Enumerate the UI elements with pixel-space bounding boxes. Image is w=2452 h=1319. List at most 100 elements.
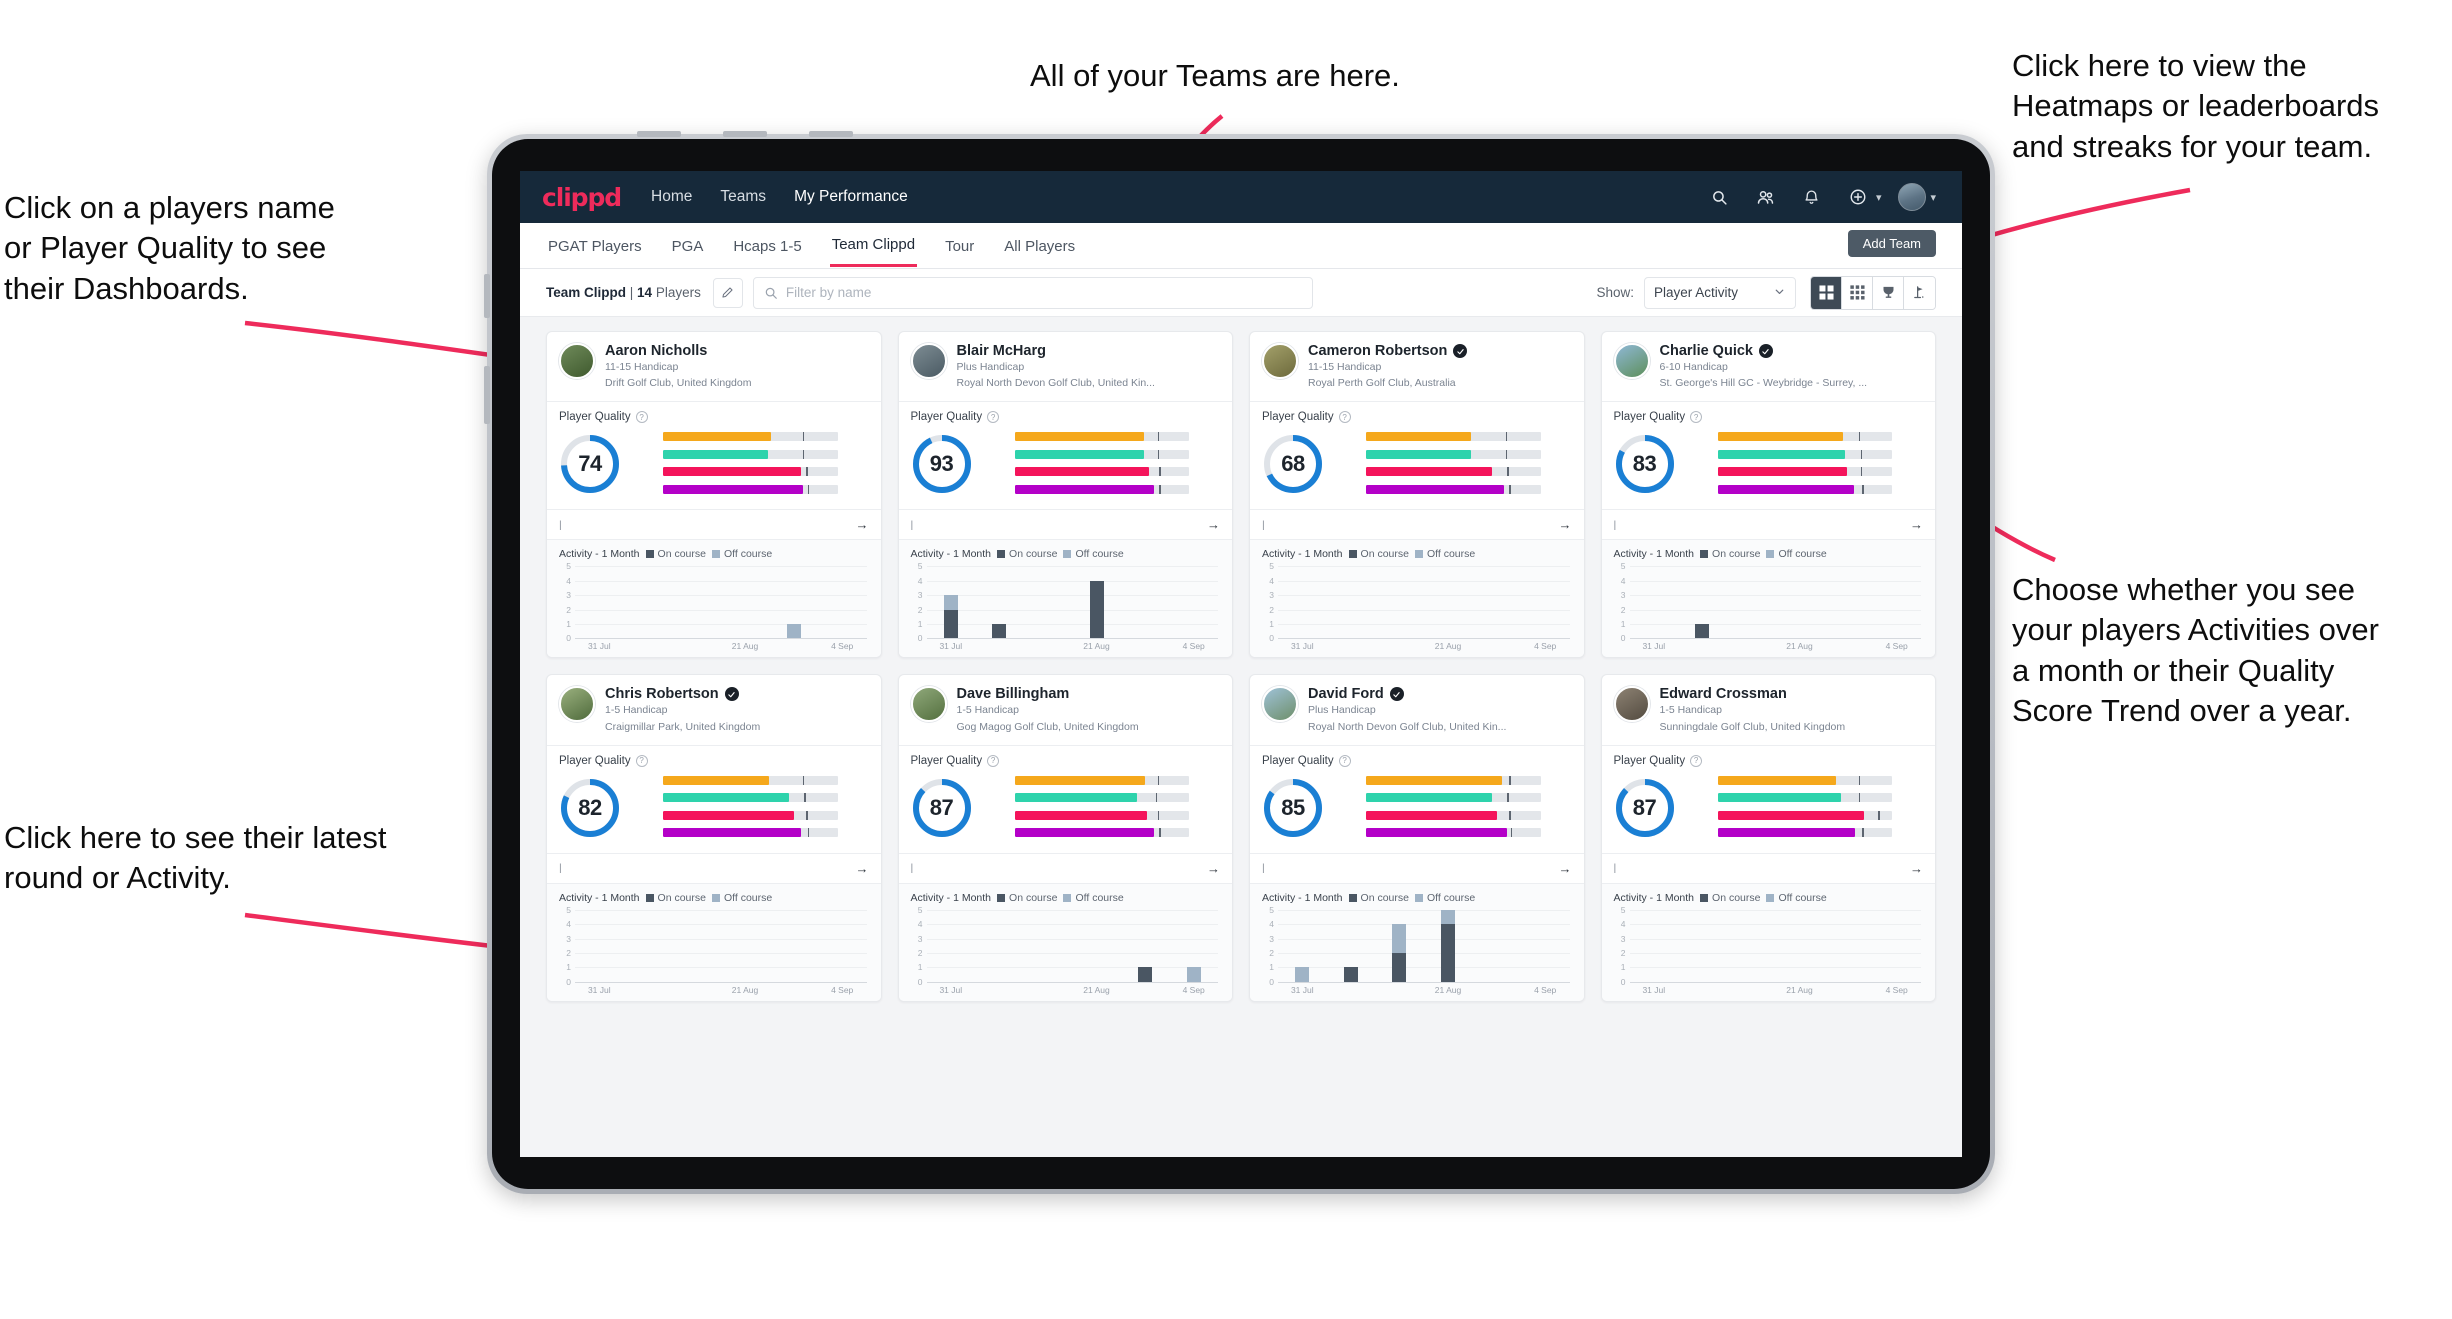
chart-y-tick: 1 bbox=[566, 962, 571, 973]
latest-round-row[interactable]: | → bbox=[1601, 509, 1935, 539]
clippd-logo[interactable]: clippd bbox=[542, 183, 622, 212]
people-icon[interactable] bbox=[1751, 182, 1781, 212]
player-card[interactable]: Chris Robertson 1-5 Handicap Craigmillar P… bbox=[546, 674, 882, 1002]
search-icon[interactable] bbox=[1705, 182, 1735, 212]
plus-circle-icon[interactable] bbox=[1843, 182, 1873, 212]
player-card[interactable]: Aaron Nicholls 11-15 Handicap Drift Golf C… bbox=[546, 331, 882, 659]
player-card[interactable]: Blair McHarg Plus Handicap Royal North Dev… bbox=[897, 331, 1233, 659]
quality-score-donut: 93 bbox=[911, 433, 973, 495]
nav-link-teams[interactable]: Teams bbox=[720, 188, 766, 206]
player-card[interactable]: Dave Billingham 1-5 Handicap Gog Magog Gol… bbox=[897, 674, 1233, 1002]
player-quality-section[interactable]: Player Quality? 68 bbox=[1250, 401, 1584, 509]
tab-team-clippd[interactable]: Team Clippd bbox=[829, 224, 918, 267]
player-quality-body: 74 bbox=[559, 429, 869, 499]
latest-round-row[interactable]: | → bbox=[1250, 509, 1584, 539]
player-name[interactable]: Blair McHarg bbox=[957, 343, 1046, 359]
metric-bar-fill bbox=[663, 810, 794, 820]
nav-link-home[interactable]: Home bbox=[651, 188, 692, 206]
latest-round-row[interactable]: | → bbox=[898, 852, 1232, 883]
chart-x-tick bbox=[1472, 985, 1521, 995]
latest-round-row[interactable]: | → bbox=[1250, 852, 1584, 883]
search-input[interactable] bbox=[785, 285, 1302, 300]
activity-header: Activity - 1 Month On course Off course bbox=[911, 892, 1221, 904]
chart-bar-slot bbox=[721, 566, 770, 638]
plus-chevron-down-icon[interactable]: ▾ bbox=[1876, 191, 1882, 204]
player-card[interactable]: Cameron Robertson 11-15 Handicap Royal Per… bbox=[1249, 331, 1585, 659]
latest-round-text: | bbox=[1262, 862, 1265, 875]
chart-x-axis bbox=[926, 981, 1218, 983]
activity-title: Activity - 1 Month bbox=[1262, 548, 1343, 561]
chart-y-tick: 2 bbox=[566, 604, 571, 615]
metric-benchmark-tick bbox=[1507, 467, 1509, 477]
player-card[interactable]: Charlie Quick 6-10 Handicap St. George's H… bbox=[1600, 331, 1936, 659]
bell-icon[interactable] bbox=[1797, 182, 1827, 212]
nav-link-my-performance[interactable]: My Performance bbox=[794, 188, 908, 206]
tab-hcaps-1-5[interactable]: Hcaps 1-5 bbox=[731, 226, 803, 266]
avatar[interactable] bbox=[1897, 182, 1927, 212]
latest-round-row[interactable]: | → bbox=[547, 509, 881, 539]
tab-all-players[interactable]: All Players bbox=[1002, 226, 1077, 266]
chart-bar bbox=[1392, 924, 1407, 982]
player-name[interactable]: David Ford bbox=[1308, 686, 1384, 702]
player-quality-section[interactable]: Player Quality? 87 bbox=[898, 744, 1232, 853]
player-name[interactable]: Edward Crossman bbox=[1660, 686, 1787, 702]
player-card[interactable]: Edward Crossman 1-5 Handicap Sunningdale G… bbox=[1600, 674, 1936, 1002]
metric-benchmark-tick bbox=[1862, 828, 1864, 838]
latest-round-row[interactable]: | → bbox=[547, 852, 881, 883]
help-icon[interactable]: ? bbox=[987, 411, 1000, 424]
golf-flag-icon[interactable] bbox=[1904, 276, 1935, 309]
player-quality-section[interactable]: Player Quality? 82 bbox=[547, 744, 881, 853]
metric-benchmark-tick bbox=[807, 828, 810, 838]
player-quality-section[interactable]: Player Quality? 93 bbox=[898, 401, 1232, 509]
player-name[interactable]: Cameron Robertson bbox=[1308, 343, 1447, 359]
chart-bar-slot bbox=[1872, 910, 1921, 982]
arrow-right-icon[interactable]: → bbox=[1199, 517, 1220, 532]
chart-bar bbox=[943, 595, 958, 639]
metric-benchmark-tick bbox=[1157, 449, 1160, 459]
player-quality-section[interactable]: Player Quality? 74 bbox=[547, 401, 881, 509]
arrow-right-icon[interactable]: → bbox=[1551, 517, 1572, 532]
avatar-chevron-down-icon[interactable]: ▾ bbox=[1930, 191, 1936, 204]
player-card[interactable]: David Ford Plus Handicap Royal North Devon… bbox=[1249, 674, 1585, 1002]
player-name[interactable]: Aaron Nicholls bbox=[605, 343, 707, 359]
help-icon[interactable]: ? bbox=[987, 754, 1000, 767]
arrow-right-icon[interactable]: → bbox=[848, 517, 869, 532]
arrow-right-icon[interactable]: → bbox=[848, 861, 869, 876]
player-card-header: Cameron Robertson 11-15 Handicap Royal Per… bbox=[1250, 332, 1584, 401]
arrow-right-icon[interactable]: → bbox=[1902, 861, 1923, 876]
quality-metric-row bbox=[1688, 825, 1924, 840]
trophy-icon[interactable] bbox=[1873, 276, 1904, 309]
tab-tour[interactable]: Tour bbox=[943, 226, 976, 266]
chart-bar-slot bbox=[672, 566, 721, 638]
grid-3x3-icon[interactable] bbox=[1842, 276, 1873, 309]
arrow-right-icon[interactable]: → bbox=[1902, 517, 1923, 532]
pencil-icon[interactable] bbox=[712, 277, 743, 308]
show-select[interactable]: Player Activity bbox=[1644, 276, 1796, 309]
player-quality-section[interactable]: Player Quality? 85 bbox=[1250, 744, 1584, 853]
on-course-swatch bbox=[645, 550, 654, 559]
player-quality-section[interactable]: Player Quality? 83 bbox=[1601, 401, 1935, 509]
help-icon[interactable]: ? bbox=[1338, 411, 1351, 424]
chart-bar-segment-on-course bbox=[1392, 953, 1407, 982]
help-icon[interactable]: ? bbox=[635, 411, 648, 424]
arrow-right-icon[interactable]: → bbox=[1199, 861, 1220, 876]
player-quality-section[interactable]: Player Quality? 87 bbox=[1601, 744, 1935, 853]
arrow-right-icon[interactable]: → bbox=[1551, 861, 1572, 876]
help-icon[interactable]: ? bbox=[1690, 411, 1703, 424]
grid-2x2-icon[interactable] bbox=[1811, 276, 1842, 309]
add-team-button[interactable]: Add Team bbox=[1847, 230, 1936, 257]
help-icon[interactable]: ? bbox=[1690, 754, 1703, 767]
search-field-wrapper[interactable] bbox=[752, 276, 1313, 309]
player-name[interactable]: Dave Billingham bbox=[957, 686, 1070, 702]
metric-bar-fill bbox=[663, 793, 789, 803]
latest-round-row[interactable]: | → bbox=[1601, 852, 1935, 883]
player-name[interactable]: Charlie Quick bbox=[1660, 343, 1753, 359]
quality-score-donut: 85 bbox=[1262, 777, 1324, 839]
player-name[interactable]: Chris Robertson bbox=[605, 686, 719, 702]
latest-round-row[interactable]: | → bbox=[898, 509, 1232, 539]
tab-pgat-players[interactable]: PGAT Players bbox=[546, 226, 644, 266]
help-icon[interactable]: ? bbox=[1338, 754, 1351, 767]
tab-pga[interactable]: PGA bbox=[670, 226, 706, 266]
chart-y-tick: 0 bbox=[566, 976, 571, 987]
help-icon[interactable]: ? bbox=[635, 754, 648, 767]
